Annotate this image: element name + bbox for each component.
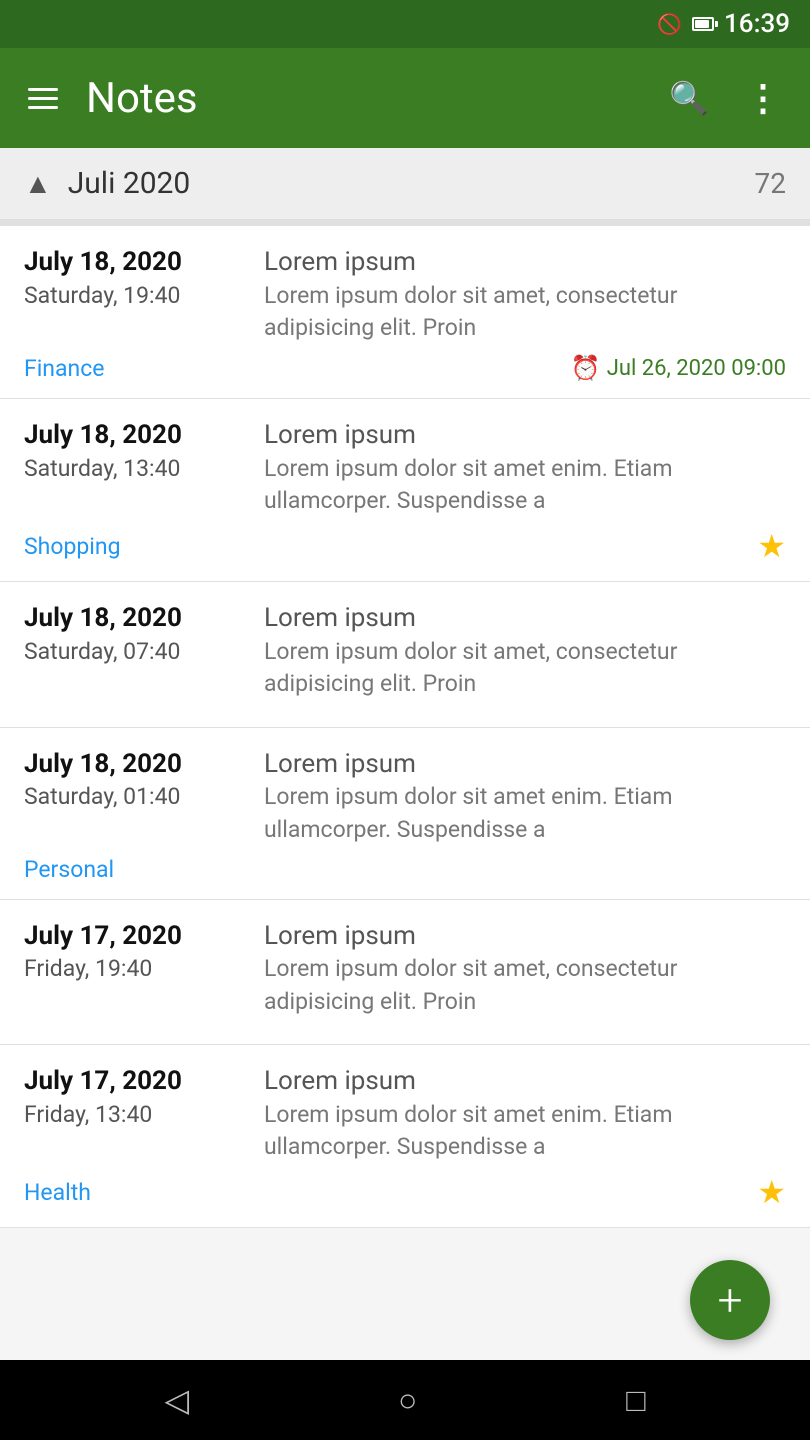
app-bar: Notes 🔍 ⋮	[0, 48, 810, 148]
note-card[interactable]: July 18, 2020 Saturday, 07:40 Lorem ipsu…	[0, 582, 810, 727]
month-label: Juli 2020	[68, 166, 755, 201]
more-options-icon[interactable]: ⋮	[737, 69, 790, 127]
month-count: 72	[755, 167, 786, 200]
status-bar: 🚫 16:39	[0, 0, 810, 48]
note-preview: Lorem ipsum dolor sit amet enim. Etiam u…	[264, 781, 786, 845]
note-preview: Lorem ipsum dolor sit amet, consectetur …	[264, 280, 786, 344]
collapse-chevron[interactable]: ▲	[24, 167, 52, 200]
note-footer: Finance ⏰ Jul 26, 2020 09:00	[24, 354, 786, 382]
note-content-col: Lorem ipsum Lorem ipsum dolor sit amet, …	[264, 246, 786, 344]
note-title: Lorem ipsum	[264, 920, 786, 954]
menu-button[interactable]	[20, 80, 66, 117]
note-date-col: July 17, 2020 Friday, 13:40	[24, 1065, 244, 1163]
month-header: ▲ Juli 2020 72	[0, 148, 810, 220]
note-category[interactable]: Health	[24, 1179, 91, 1206]
note-date-secondary: Saturday, 01:40	[24, 781, 244, 813]
notes-list: July 18, 2020 Saturday, 19:40 Lorem ipsu…	[0, 226, 810, 1360]
note-date-primary: July 17, 2020	[24, 1065, 244, 1099]
note-footer: Personal	[24, 856, 786, 883]
alarm-icon: ⏰	[571, 354, 601, 382]
reminder-text: Jul 26, 2020 09:00	[607, 356, 786, 381]
note-date-primary: July 18, 2020	[24, 602, 244, 636]
no-sim-icon: 🚫	[657, 12, 682, 36]
note-date-primary: July 17, 2020	[24, 920, 244, 954]
back-button[interactable]: ◁	[152, 1369, 201, 1431]
status-icons: 🚫 16:39	[657, 9, 790, 39]
note-title: Lorem ipsum	[264, 602, 786, 636]
note-date-secondary: Friday, 19:40	[24, 953, 244, 985]
add-icon: +	[718, 1278, 743, 1322]
note-content-col: Lorem ipsum Lorem ipsum dolor sit amet e…	[264, 1065, 786, 1163]
note-content-col: Lorem ipsum Lorem ipsum dolor sit amet e…	[264, 419, 786, 517]
note-date-col: July 18, 2020 Saturday, 01:40	[24, 748, 244, 846]
star-icon: ★	[757, 1173, 786, 1211]
note-footer: Shopping ★	[24, 527, 786, 565]
note-title: Lorem ipsum	[264, 748, 786, 782]
nav-bar: ◁ ○ □	[0, 1360, 810, 1440]
note-preview: Lorem ipsum dolor sit amet enim. Etiam u…	[264, 1099, 786, 1163]
note-card[interactable]: July 17, 2020 Friday, 13:40 Lorem ipsum …	[0, 1045, 810, 1228]
note-title: Lorem ipsum	[264, 1065, 786, 1099]
note-category[interactable]: Shopping	[24, 533, 120, 560]
app-bar-actions: 🔍 ⋮	[661, 69, 790, 127]
note-content-col: Lorem ipsum Lorem ipsum dolor sit amet e…	[264, 748, 786, 846]
note-category[interactable]: Finance	[24, 355, 104, 382]
note-date-secondary: Saturday, 07:40	[24, 636, 244, 668]
note-date-col: July 17, 2020 Friday, 19:40	[24, 920, 244, 1018]
recents-button[interactable]: □	[614, 1369, 657, 1431]
note-preview: Lorem ipsum dolor sit amet, consectetur …	[264, 953, 786, 1017]
note-date-primary: July 18, 2020	[24, 419, 244, 453]
note-date-primary: July 18, 2020	[24, 246, 244, 280]
note-card[interactable]: July 18, 2020 Saturday, 19:40 Lorem ipsu…	[0, 226, 810, 399]
note-content-col: Lorem ipsum Lorem ipsum dolor sit amet, …	[264, 602, 786, 700]
note-title: Lorem ipsum	[264, 246, 786, 280]
battery-icon	[692, 17, 714, 31]
app-title: Notes	[86, 74, 641, 123]
search-icon[interactable]: 🔍	[661, 71, 717, 125]
note-footer: Health ★	[24, 1173, 786, 1211]
note-card[interactable]: July 18, 2020 Saturday, 01:40 Lorem ipsu…	[0, 728, 810, 900]
note-date-col: July 18, 2020 Saturday, 13:40	[24, 419, 244, 517]
status-time: 16:39	[724, 9, 790, 39]
note-preview: Lorem ipsum dolor sit amet, consectetur …	[264, 636, 786, 700]
note-category[interactable]: Personal	[24, 856, 114, 883]
note-date-secondary: Friday, 13:40	[24, 1099, 244, 1131]
home-button[interactable]: ○	[386, 1369, 429, 1431]
note-title: Lorem ipsum	[264, 419, 786, 453]
star-icon: ★	[757, 527, 786, 565]
note-content-col: Lorem ipsum Lorem ipsum dolor sit amet, …	[264, 920, 786, 1018]
note-date-secondary: Saturday, 19:40	[24, 280, 244, 312]
note-date-col: July 18, 2020 Saturday, 19:40	[24, 246, 244, 344]
add-note-fab[interactable]: +	[690, 1260, 770, 1340]
note-date-col: July 18, 2020 Saturday, 07:40	[24, 602, 244, 700]
note-date-secondary: Saturday, 13:40	[24, 453, 244, 485]
note-date-primary: July 18, 2020	[24, 748, 244, 782]
note-card[interactable]: July 18, 2020 Saturday, 13:40 Lorem ipsu…	[0, 399, 810, 582]
note-card[interactable]: July 17, 2020 Friday, 19:40 Lorem ipsum …	[0, 900, 810, 1045]
note-reminder: ⏰ Jul 26, 2020 09:00	[571, 354, 786, 382]
note-preview: Lorem ipsum dolor sit amet enim. Etiam u…	[264, 453, 786, 517]
